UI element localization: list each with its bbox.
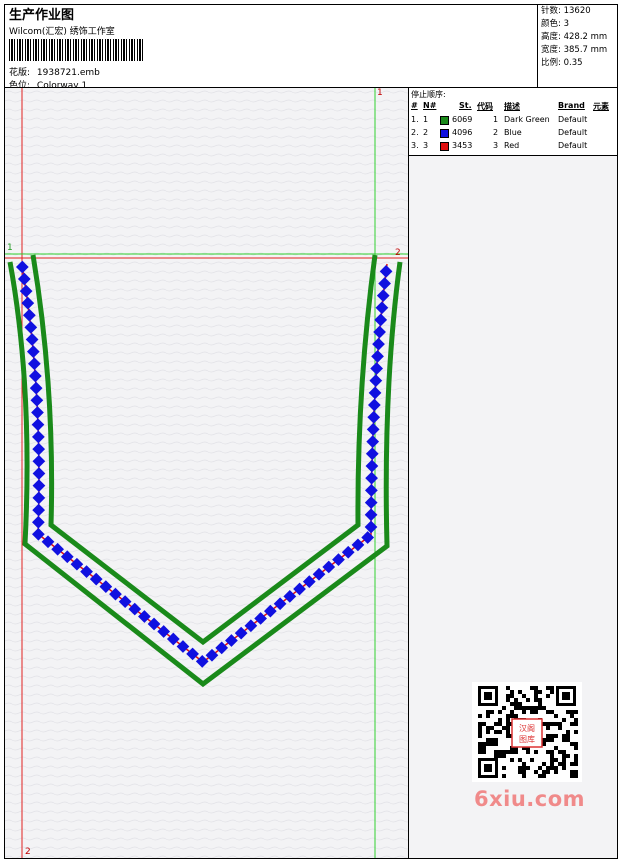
qr-stamp-line1: 汉阁 <box>519 723 535 733</box>
table-row: 2. 2 4096 2 Blue Default <box>411 128 588 138</box>
col-st: St. <box>459 101 472 110</box>
col-desc: 描述 <box>504 102 520 111</box>
qr-stamp-line2: 图库 <box>519 734 535 744</box>
watermark: 6xiu.com <box>474 787 586 811</box>
stat-colors: 颜色: 3 <box>541 19 570 29</box>
stats-panel: 针数: 13620 颜色: 3 高度: 428.2 mm 宽度: 385.7 m… <box>541 5 607 70</box>
stop-sequence-table: 停止顺序: # N# St. 代码 描述 Brand 元素 1. 1 6069 … <box>409 88 617 156</box>
stat-stitches: 针数: 13620 <box>541 6 591 16</box>
embroidery-design <box>5 88 408 858</box>
marker-top: 1 <box>377 88 383 98</box>
marker-bottom: 2 <box>25 847 31 857</box>
stop-sequence-title: 停止顺序: <box>411 90 446 99</box>
design-label: 花版: <box>9 68 31 78</box>
table-row: 1. 1 6069 1 Dark Green Default <box>411 115 588 125</box>
stat-height: 高度: 428.2 mm <box>541 32 608 42</box>
color-swatch <box>440 116 449 125</box>
col-num: # <box>411 101 418 110</box>
table-row: 3. 3 3453 3 Red Default <box>411 141 588 151</box>
design-row: 花版: 1938721.emb <box>9 65 100 78</box>
stat-scale: 比例: 0.35 <box>541 58 583 68</box>
color-swatch <box>440 142 449 151</box>
marker-right: 2 <box>395 248 401 258</box>
design-canvas[interactable]: 1 2 1 2 <box>5 88 408 858</box>
marker-left: 1 <box>7 243 13 253</box>
col-code: 代码 <box>477 102 493 111</box>
header-info: 生产作业图 Wilcom(汇宏) 绣饰工作室 花版: 1938721.emb 色… <box>6 4 537 91</box>
col-brand: Brand <box>558 101 585 110</box>
company-name: Wilcom(汇宏) 绣饰工作室 <box>9 27 115 37</box>
qr-code: 汉阁 图库 <box>472 682 582 782</box>
barcode <box>9 39 145 61</box>
header-divider <box>537 4 538 87</box>
hoop-background <box>5 88 408 858</box>
col-element: 元素 <box>593 102 609 111</box>
col-n: N# <box>423 101 437 110</box>
design-value: 1938721.emb <box>36 68 100 78</box>
stat-width: 宽度: 385.7 mm <box>541 45 608 55</box>
stop-sequence-header: # N# St. 代码 描述 Brand 元素 <box>409 101 617 113</box>
page-title: 生产作业图 <box>9 8 75 23</box>
color-swatch <box>440 129 449 138</box>
